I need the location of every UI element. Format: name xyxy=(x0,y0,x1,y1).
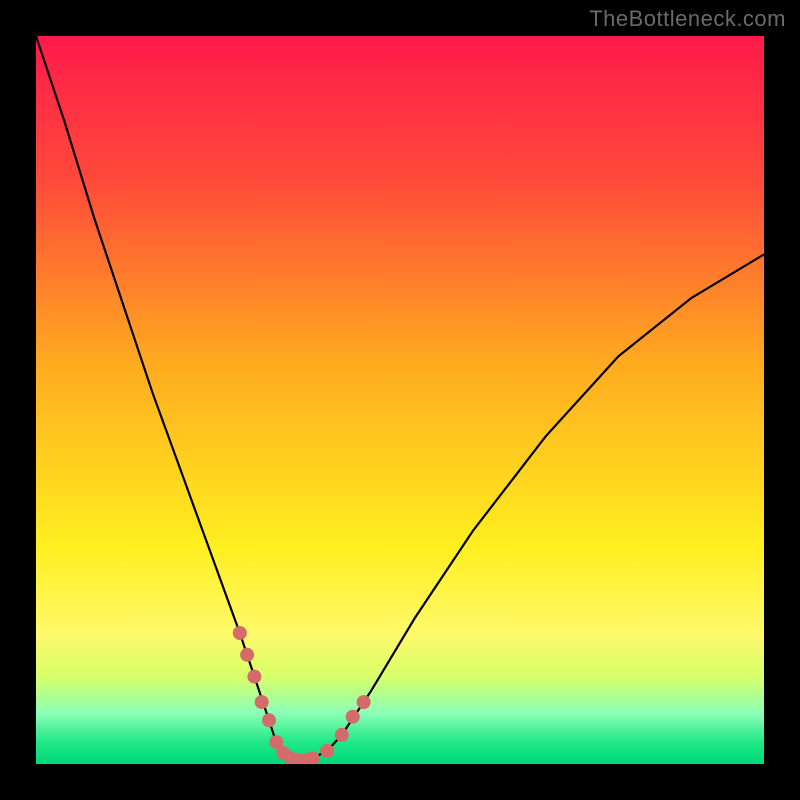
chart-frame: TheBottleneck.com xyxy=(0,0,800,800)
gradient-background xyxy=(36,36,764,764)
chart-svg xyxy=(36,36,764,764)
marker-dot xyxy=(240,648,254,662)
marker-dot xyxy=(320,744,334,758)
plot-area xyxy=(36,36,764,764)
marker-dot xyxy=(247,670,261,684)
marker-dot xyxy=(357,695,371,709)
marker-dot xyxy=(335,728,349,742)
marker-dot xyxy=(233,626,247,640)
watermark-text: TheBottleneck.com xyxy=(589,6,786,32)
marker-dot xyxy=(346,710,360,724)
marker-dot xyxy=(255,695,269,709)
marker-dot xyxy=(262,713,276,727)
